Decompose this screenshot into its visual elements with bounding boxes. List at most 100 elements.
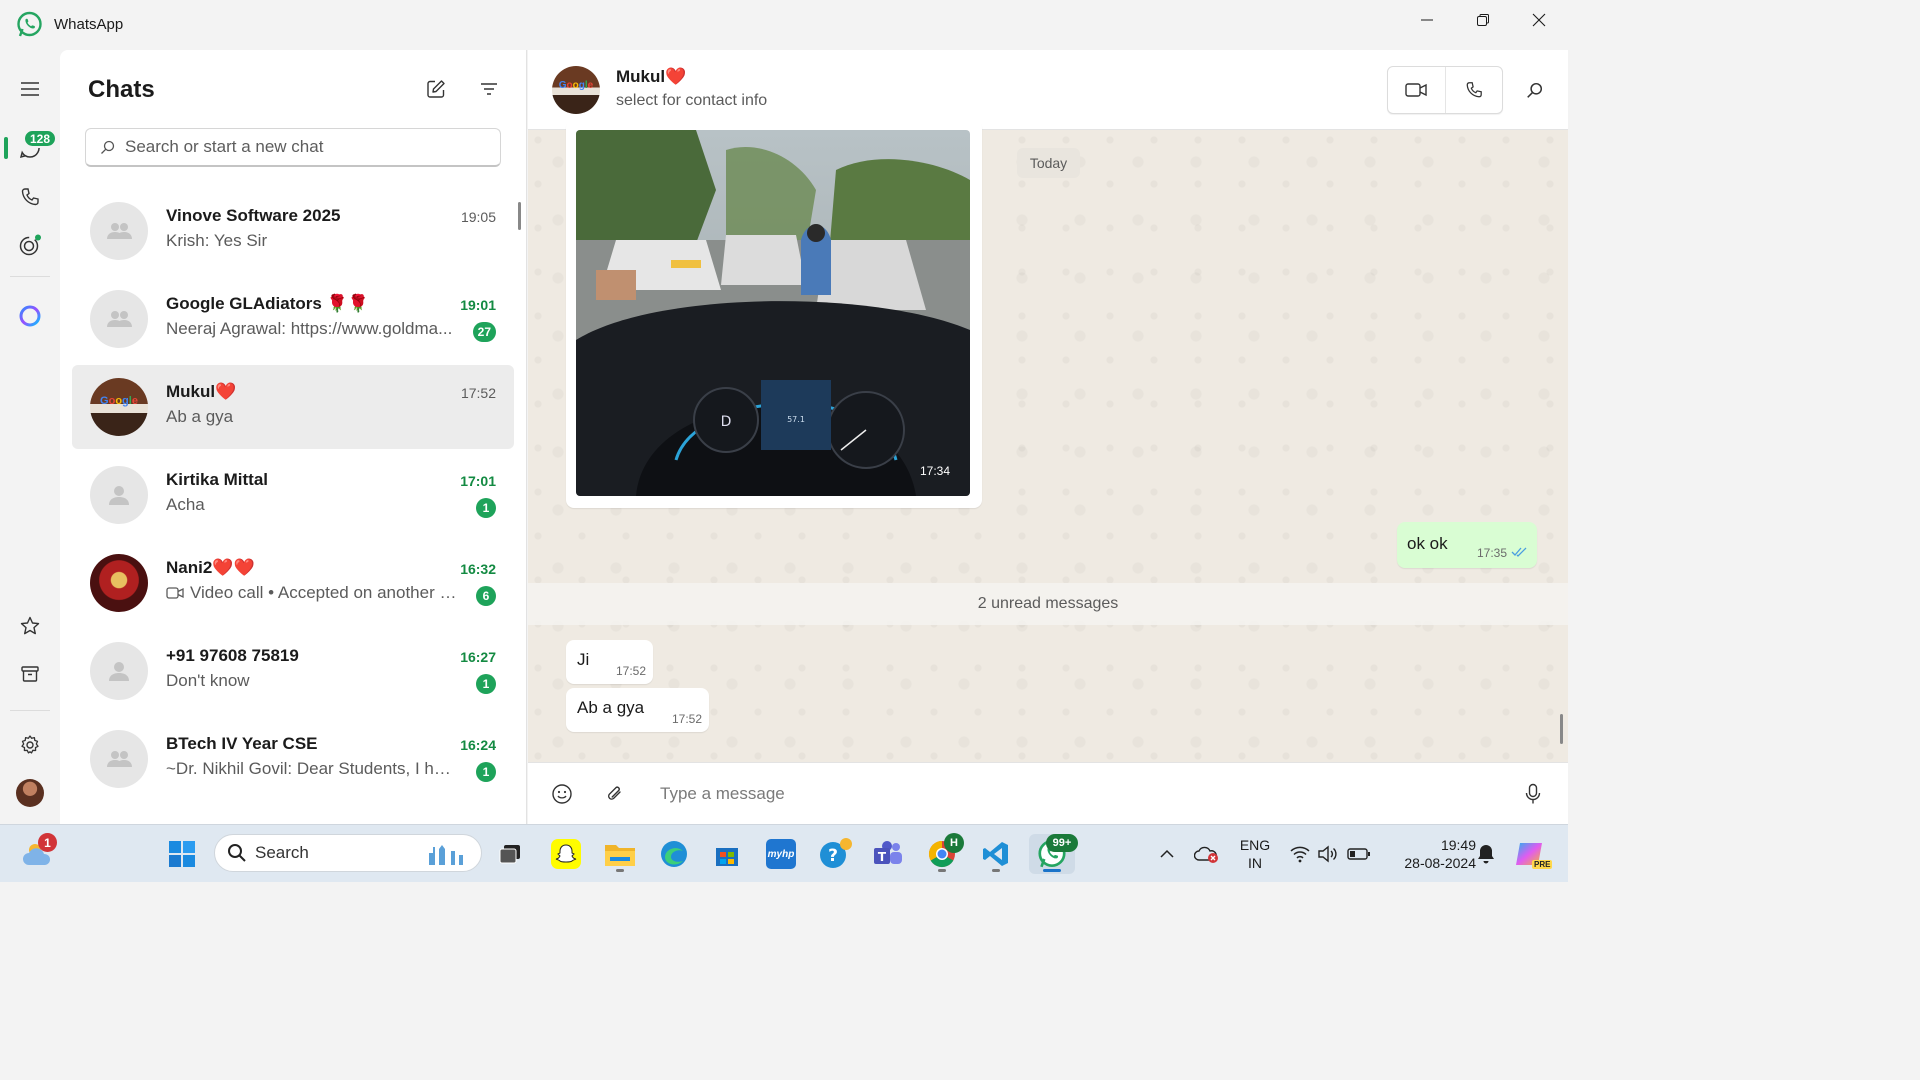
close-button[interactable] xyxy=(1511,0,1567,40)
sent-message[interactable]: ok ok 17:35 xyxy=(1397,522,1537,568)
conversation-panel: Google Mukul❤️ select for contact info D… xyxy=(528,50,1568,824)
contact-name[interactable]: Mukul❤️ xyxy=(616,67,686,87)
active-indicator xyxy=(4,137,8,159)
received-message[interactable]: Ji 17:52 xyxy=(566,640,653,684)
chat-row-vinove[interactable]: Vinove Software 2025 Krish: Yes Sir 19:0… xyxy=(72,189,514,273)
message-scrollbar[interactable] xyxy=(1560,714,1563,744)
chat-time: 16:24 xyxy=(460,737,496,753)
myhp-icon[interactable]: myhp xyxy=(761,834,801,874)
search-highlight-icon xyxy=(427,843,467,865)
teams-icon[interactable]: T xyxy=(868,834,908,874)
wifi-icon[interactable] xyxy=(1286,834,1314,874)
read-ticks-icon xyxy=(1511,547,1527,557)
menu-icon[interactable] xyxy=(15,74,45,104)
calls-nav-icon[interactable] xyxy=(15,182,45,212)
contact-info-hint[interactable]: select for contact info xyxy=(616,92,767,110)
call-button-group xyxy=(1387,66,1503,114)
chat-preview: Acha xyxy=(166,495,205,514)
received-message[interactable]: Ab a gya 17:52 xyxy=(566,688,709,732)
meta-ai-icon[interactable] xyxy=(15,301,45,331)
clock[interactable]: 19:49 28-08-2024 xyxy=(1380,836,1476,872)
restore-button[interactable] xyxy=(1455,0,1511,40)
svg-text:D: D xyxy=(721,414,732,430)
chats-unread-badge: 128 xyxy=(23,129,58,148)
starred-icon[interactable] xyxy=(15,611,45,641)
title-bar: WhatsApp xyxy=(0,0,1568,50)
chat-row-google-gladiators[interactable]: Google GLAdiators 🌹🌹 Neeraj Agrawal: htt… xyxy=(72,277,514,361)
chat-preview: Video call • Accepted on another d... xyxy=(166,583,458,603)
running-indicator xyxy=(938,869,946,872)
weather-badge: 1 xyxy=(38,833,57,852)
battery-icon[interactable] xyxy=(1344,834,1374,874)
nav-rail: 128 xyxy=(0,50,60,824)
voice-call-button[interactable] xyxy=(1444,67,1502,113)
message-text: Ji xyxy=(577,650,590,669)
chat-time: 17:52 xyxy=(460,385,496,401)
group-avatar-icon xyxy=(90,290,148,348)
person-avatar-icon xyxy=(90,466,148,524)
chat-list-scrollbar[interactable] xyxy=(518,202,521,230)
message-text: ok ok xyxy=(1407,534,1448,553)
dashboard-photo[interactable]: D 57.1 17:34 xyxy=(576,130,970,496)
minimize-button[interactable] xyxy=(1399,0,1455,40)
clock-time: 19:49 xyxy=(1440,837,1476,853)
filter-icon[interactable] xyxy=(474,74,504,104)
language-indicator[interactable]: ENG IN xyxy=(1235,836,1275,872)
chat-row-kirtika[interactable]: Kirtika Mittal Acha 17:01 1 xyxy=(72,453,514,537)
windows-start-icon[interactable] xyxy=(162,834,202,874)
unread-messages-divider: 2 unread messages xyxy=(528,583,1568,625)
chat-name: BTech IV Year CSE xyxy=(166,734,318,753)
contact-avatar[interactable]: Google xyxy=(552,66,600,114)
chat-preview: Krish: Yes Sir xyxy=(166,231,268,250)
settings-gear-icon[interactable] xyxy=(15,730,45,760)
attach-paperclip-icon[interactable] xyxy=(600,779,630,809)
emoji-icon[interactable] xyxy=(547,779,577,809)
snapchat-icon[interactable] xyxy=(546,834,586,874)
copilot-icon[interactable]: PRE xyxy=(1510,834,1553,874)
chat-row-mukul[interactable]: Google Mukul❤️ Ab a gya 17:52 xyxy=(72,365,514,449)
contact-avatar xyxy=(90,554,148,612)
video-call-button[interactable] xyxy=(1388,67,1445,113)
image-message[interactable]: D 57.1 17:34 xyxy=(566,120,982,508)
conversation-header[interactable]: Google Mukul❤️ select for contact info xyxy=(528,50,1568,130)
chat-row-btech[interactable]: BTech IV Year CSE ~Dr. Nikhil Govil: Dea… xyxy=(72,717,514,801)
volume-icon[interactable] xyxy=(1314,834,1342,874)
active-app-indicator xyxy=(1043,869,1061,872)
search-icon xyxy=(100,140,115,155)
date-divider: Today xyxy=(1017,148,1080,178)
search-box[interactable] xyxy=(85,128,501,167)
microsoft-store-icon[interactable] xyxy=(707,834,747,874)
chevron-up-icon[interactable] xyxy=(1152,834,1182,874)
unread-count-badge: 6 xyxy=(476,586,496,606)
rail-divider xyxy=(10,276,50,277)
file-explorer-icon[interactable] xyxy=(600,834,640,874)
profile-avatar[interactable] xyxy=(15,778,45,808)
taskbar-search[interactable]: Search xyxy=(214,834,482,872)
region-code: IN xyxy=(1248,855,1262,871)
message-area[interactable]: D 57.1 17:34 Today ok ok 17:35 2 unread … xyxy=(528,120,1568,762)
edge-browser-icon[interactable] xyxy=(654,834,694,874)
status-nav-icon[interactable] xyxy=(15,230,45,260)
message-text: Ab a gya xyxy=(577,698,645,717)
task-view-icon[interactable] xyxy=(490,834,530,874)
chat-preview: Don't know xyxy=(166,671,250,690)
vscode-icon[interactable] xyxy=(976,834,1016,874)
chat-time: 19:01 xyxy=(460,297,496,313)
composer xyxy=(528,762,1568,824)
archive-icon[interactable] xyxy=(15,659,45,689)
chat-list-title: Chats xyxy=(88,76,155,103)
group-avatar-icon xyxy=(90,202,148,260)
chat-row-phone-number[interactable]: +91 97608 75819 Don't know 16:27 1 xyxy=(72,629,514,713)
search-in-chat-icon[interactable] xyxy=(1520,76,1548,104)
whatsapp-logo-icon xyxy=(16,11,43,38)
new-chat-icon[interactable] xyxy=(421,74,451,104)
onedrive-error-icon[interactable] xyxy=(1190,834,1224,874)
search-input[interactable] xyxy=(125,137,485,157)
message-input[interactable] xyxy=(660,779,1480,809)
chat-row-nani2[interactable]: Nani2❤️❤️ Video call • Accepted on anoth… xyxy=(72,541,514,625)
help-icon[interactable]: ? xyxy=(815,834,855,874)
chat-name: Mukul❤️ xyxy=(166,382,237,401)
window-title: WhatsApp xyxy=(54,16,124,33)
microphone-icon[interactable] xyxy=(1518,779,1548,809)
notification-bell-icon[interactable] xyxy=(1472,834,1500,874)
